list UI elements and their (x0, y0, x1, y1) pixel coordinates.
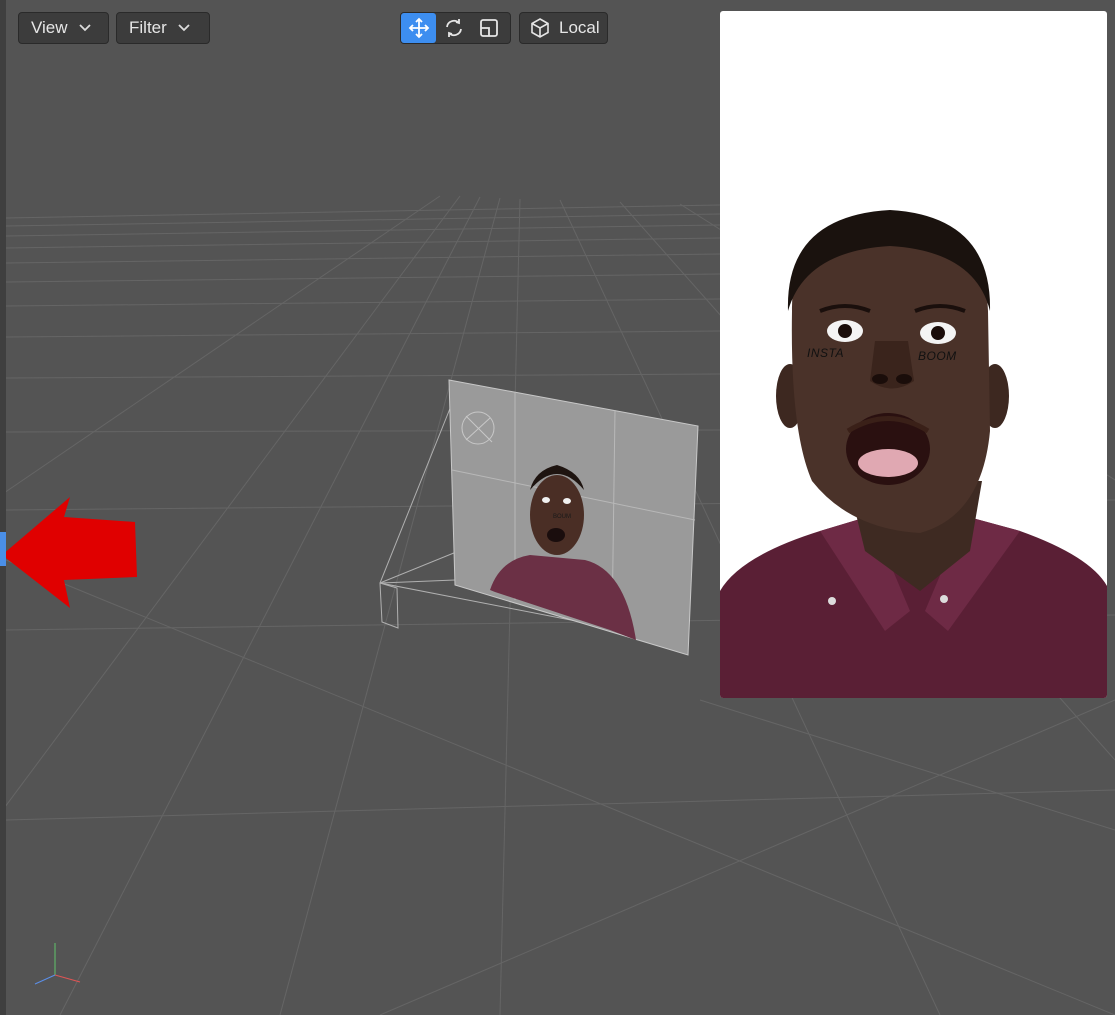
image-plane: BOUM (448, 379, 699, 656)
rotate-icon (445, 19, 462, 37)
view-menu-button[interactable]: View (18, 12, 109, 44)
plane-face-text: BOUM (553, 514, 571, 520)
preview-person-image (720, 210, 1107, 698)
chevron-down-icon (178, 24, 190, 32)
scale-icon (479, 19, 498, 37)
view-menu-label: View (31, 18, 68, 37)
scene-viewport[interactable]: BOUM View Filter Local INSTA BOOM (0, 0, 1115, 1015)
filter-menu-label: Filter (129, 18, 167, 37)
move-tool-button[interactable] (401, 13, 436, 43)
red-arrow-annotation (2, 497, 137, 608)
camera-preview-panel: INSTA BOOM (720, 11, 1107, 698)
transform-tools (400, 12, 511, 44)
cube-icon (531, 18, 549, 38)
face-text-insta: INSTA (807, 346, 844, 360)
face-text-boom: BOOM (918, 349, 957, 363)
selection-marker (0, 532, 6, 566)
axis-gizmo (34, 943, 81, 985)
filter-menu-button[interactable]: Filter (116, 12, 210, 44)
local-space-button[interactable]: Local (519, 12, 608, 44)
move-icon (408, 17, 429, 39)
chevron-down-icon (78, 24, 91, 32)
local-space-label: Local (559, 18, 600, 37)
scale-tool-button[interactable] (471, 13, 506, 43)
left-panel-edge (0, 0, 6, 1015)
rotate-tool-button[interactable] (436, 13, 471, 43)
